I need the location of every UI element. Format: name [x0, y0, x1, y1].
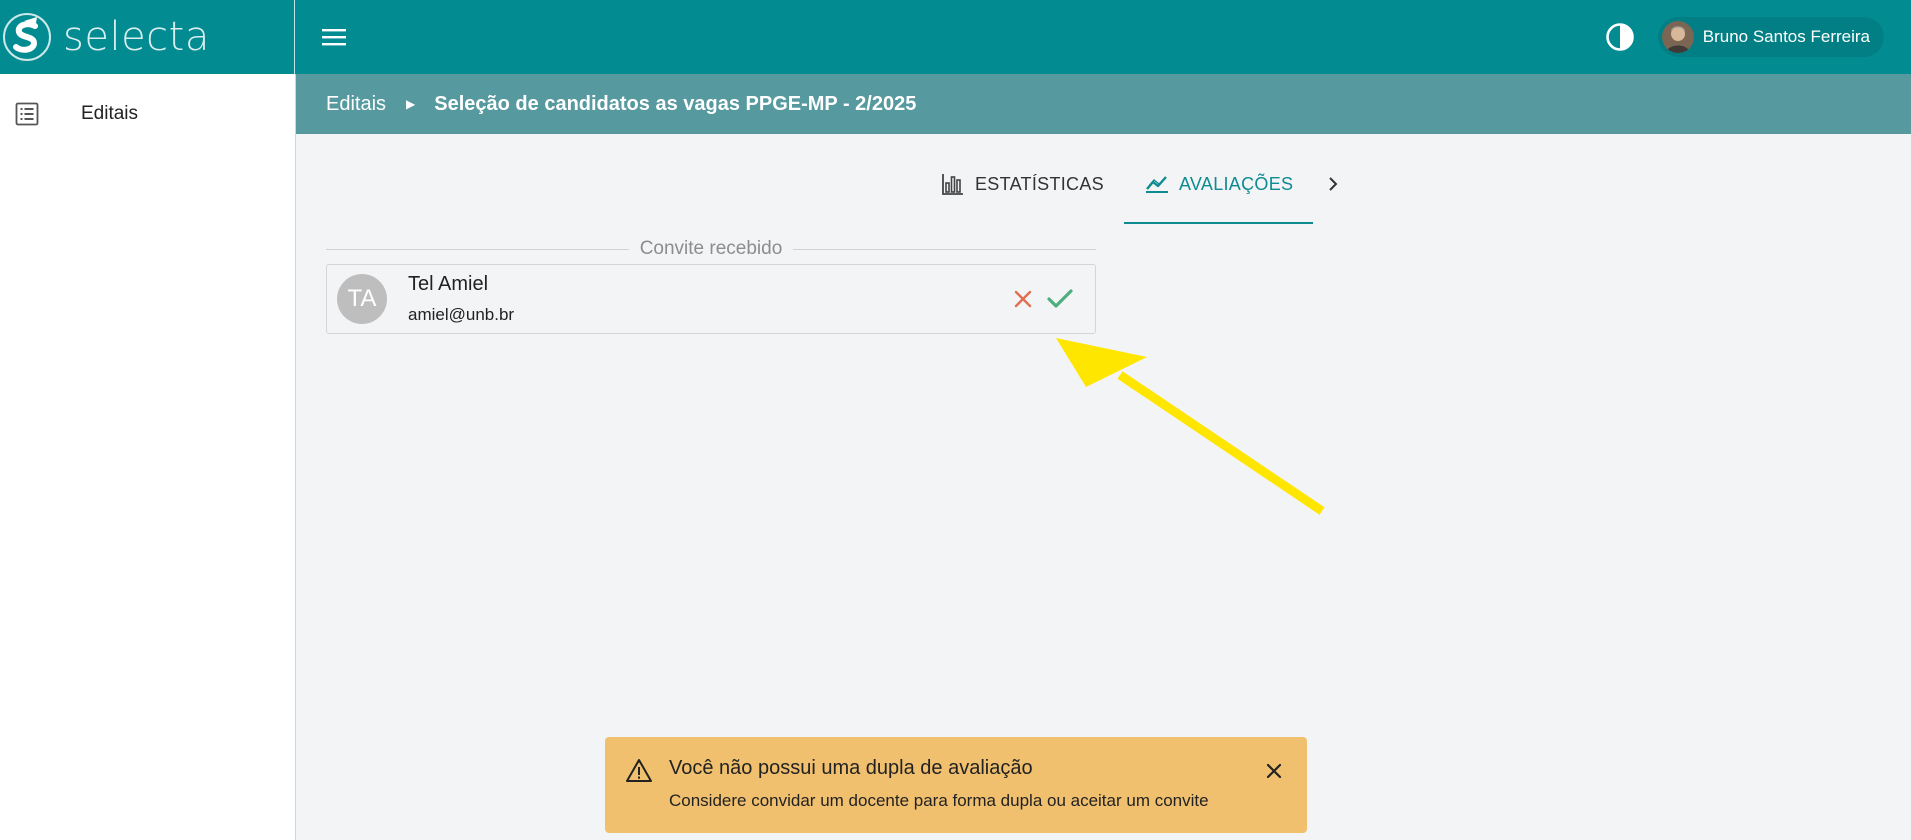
accept-invite-button[interactable]	[1043, 282, 1077, 316]
user-name: Bruno Santos Ferreira	[1702, 27, 1870, 46]
app-name: selecta	[63, 14, 210, 60]
hamburger-menu-icon	[322, 29, 346, 46]
sidebar: Editais	[0, 74, 296, 840]
invite-email: amiel@unb.br	[408, 305, 515, 324]
section-divider: Convite recebido	[326, 236, 1096, 262]
selecta-logo-icon	[3, 13, 51, 61]
tab-estatisticas[interactable]: ESTATÍSTICAS	[920, 144, 1124, 224]
avatar: TA	[337, 274, 387, 324]
divider-line	[326, 248, 629, 250]
chevron-right-icon: ▶	[406, 97, 416, 111]
close-icon	[1014, 290, 1032, 308]
bar-chart-icon	[942, 174, 963, 195]
contrast-toggle-button[interactable]	[1602, 19, 1638, 55]
user-menu[interactable]: Bruno Santos Ferreira	[1657, 17, 1884, 57]
section-title: Convite recebido	[639, 238, 783, 259]
tab-avaliacoes[interactable]: AVALIAÇÕES	[1123, 144, 1314, 224]
invite-info: Tel Amiel amiel@unb.br	[408, 273, 514, 325]
toast-body: Você não possui uma dupla de avaliação C…	[669, 757, 1209, 833]
sidebar-item-label: Editais	[81, 103, 139, 124]
tabs-scroll-next-button[interactable]	[1313, 144, 1353, 224]
line-chart-icon	[1145, 176, 1168, 193]
warning-toast: Você não possui uma dupla de avaliação C…	[605, 737, 1307, 833]
toast-close-button[interactable]	[1261, 758, 1287, 784]
sidebar-item-editais[interactable]: Editais	[0, 74, 295, 154]
breadcrumb-link-editais[interactable]: Editais	[326, 93, 386, 116]
divider-line	[793, 248, 1096, 250]
toast-message: Considere convidar um docente para forma…	[669, 791, 1209, 810]
chevron-right-icon	[1329, 177, 1338, 191]
tab-label: AVALIAÇÕES	[1178, 173, 1294, 194]
invite-actions	[1003, 282, 1077, 316]
tab-bar: ESTATÍSTICAS AVALIAÇÕES	[920, 144, 1353, 224]
check-icon	[1047, 289, 1073, 308]
list-icon	[15, 102, 39, 126]
breadcrumb: Editais ▶ Seleção de candidatos as vagas…	[296, 74, 1911, 134]
top-app-bar: selecta Bruno Santos Ferreira	[0, 0, 1911, 74]
invite-item: TA Tel Amiel amiel@unb.br	[326, 264, 1096, 334]
brand[interactable]: selecta	[0, 0, 295, 74]
toast-title: Você não possui uma dupla de avaliação	[669, 757, 1033, 779]
page-title: Seleção de candidatos as vagas PPGE-MP -…	[434, 92, 917, 115]
close-icon	[1266, 763, 1282, 779]
contrast-toggle-icon	[1605, 23, 1634, 51]
invite-name: Tel Amiel	[408, 273, 489, 295]
top-right-actions: Bruno Santos Ferreira	[1602, 17, 1884, 57]
warning-icon	[626, 759, 652, 782]
user-avatar	[1661, 21, 1694, 53]
tab-label: ESTATÍSTICAS	[975, 173, 1104, 194]
menu-button[interactable]	[318, 21, 350, 53]
reject-invite-button[interactable]	[1006, 282, 1040, 316]
annotation-arrow-icon	[1056, 338, 1325, 515]
